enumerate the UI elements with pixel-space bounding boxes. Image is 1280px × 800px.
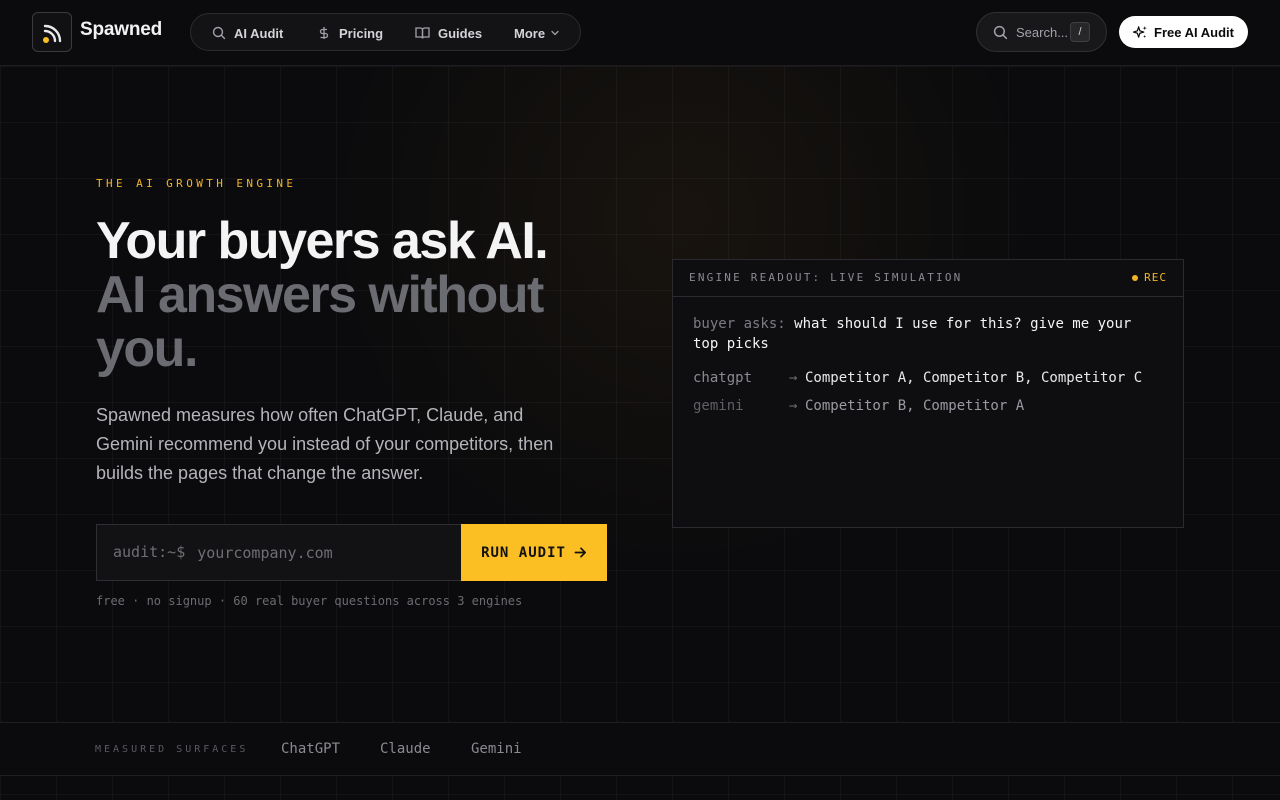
hero-headline: Your buyers ask AI. AI answers without y… xyxy=(96,214,616,376)
headline-line-2: AI answers without you. xyxy=(96,266,544,378)
nav-item-more[interactable]: More xyxy=(514,24,560,42)
rec-badge: REC xyxy=(1132,271,1167,284)
run-audit-button[interactable]: RUN AUDIT xyxy=(461,524,607,581)
engine-name: gemini xyxy=(693,398,744,414)
engine-answer: Competitor A, Competitor B, Competitor C xyxy=(805,370,1143,386)
signal-logo-icon xyxy=(43,24,62,43)
question-label: buyer asks: xyxy=(693,316,786,332)
dollar-icon xyxy=(319,27,329,39)
hero-eyebrow: THE AI GROWTH ENGINE xyxy=(96,177,297,190)
surface-claude: Claude xyxy=(380,741,431,757)
rec-dot-icon xyxy=(1132,274,1139,281)
surface-chatgpt: ChatGPT xyxy=(281,741,341,757)
brand-name[interactable]: Spawned xyxy=(80,19,162,41)
engine-readout-panel: ENGINE READOUT: LIVE SIMULATION REC buye… xyxy=(672,259,1184,528)
measured-surfaces-bar: MEASURED SURFACES ChatGPT Claude Gemini xyxy=(0,722,1280,776)
nav-item-guides[interactable]: Guides xyxy=(415,24,482,42)
rec-label: REC xyxy=(1144,271,1167,284)
nav-item-label: AI Audit xyxy=(234,25,284,41)
audit-prompt-prefix: audit:~$ xyxy=(113,543,186,561)
engine-row: gemini → Competitor B, Competitor A xyxy=(693,398,1024,414)
panel-title: ENGINE READOUT: LIVE SIMULATION xyxy=(689,271,963,284)
chevron-down-icon xyxy=(551,30,559,36)
engine-answer: Competitor B, Competitor A xyxy=(805,398,1025,414)
nav-item-ai-audit[interactable]: AI Audit xyxy=(212,24,283,42)
nav-item-label: Guides xyxy=(438,25,483,41)
audit-fineprint: free · no signup · 60 real buyer questio… xyxy=(96,594,523,608)
arrow-icon: → xyxy=(789,398,798,414)
arrow-right-icon xyxy=(574,547,586,558)
search-label: Search... xyxy=(1016,24,1069,40)
free-ai-audit-button[interactable]: Free AI Audit xyxy=(1119,16,1248,48)
surface-gemini: Gemini xyxy=(471,741,522,757)
sparkles-icon xyxy=(1133,25,1147,38)
arrow-icon: → xyxy=(789,370,798,386)
domain-input[interactable] xyxy=(185,525,461,580)
nav-item-label: Pricing xyxy=(339,25,384,41)
headline-line-1: Your buyers ask AI. xyxy=(96,212,549,270)
buyer-question: buyer asks: what should I use for this? … xyxy=(693,314,1163,354)
engine-name: chatgpt xyxy=(693,370,753,386)
audit-form: audit:~$ RUN AUDIT xyxy=(96,524,607,581)
nav-item-label: More xyxy=(514,25,546,41)
nav-item-pricing[interactable]: Pricing xyxy=(317,24,383,42)
search-icon xyxy=(993,25,1008,39)
cta-label: Free AI Audit xyxy=(1154,24,1234,40)
run-audit-label: RUN AUDIT xyxy=(481,544,566,561)
search-button[interactable]: Search... / xyxy=(976,12,1107,52)
surfaces-label: MEASURED SURFACES xyxy=(95,744,249,755)
search-shortcut: / xyxy=(1070,22,1090,42)
hero-subcopy: Spawned measures how often ChatGPT, Clau… xyxy=(96,405,554,483)
engine-row: chatgpt → Competitor A, Competitor B, Co… xyxy=(693,370,1142,386)
main-nav: AI Audit Pricing Guides More xyxy=(190,13,581,51)
book-icon xyxy=(415,27,430,39)
logo[interactable] xyxy=(32,12,72,52)
search-icon xyxy=(212,26,226,40)
panel-header: ENGINE READOUT: LIVE SIMULATION REC xyxy=(673,260,1183,297)
top-nav: Spawned AI Audit Pricing Guides More Sea… xyxy=(0,0,1280,66)
